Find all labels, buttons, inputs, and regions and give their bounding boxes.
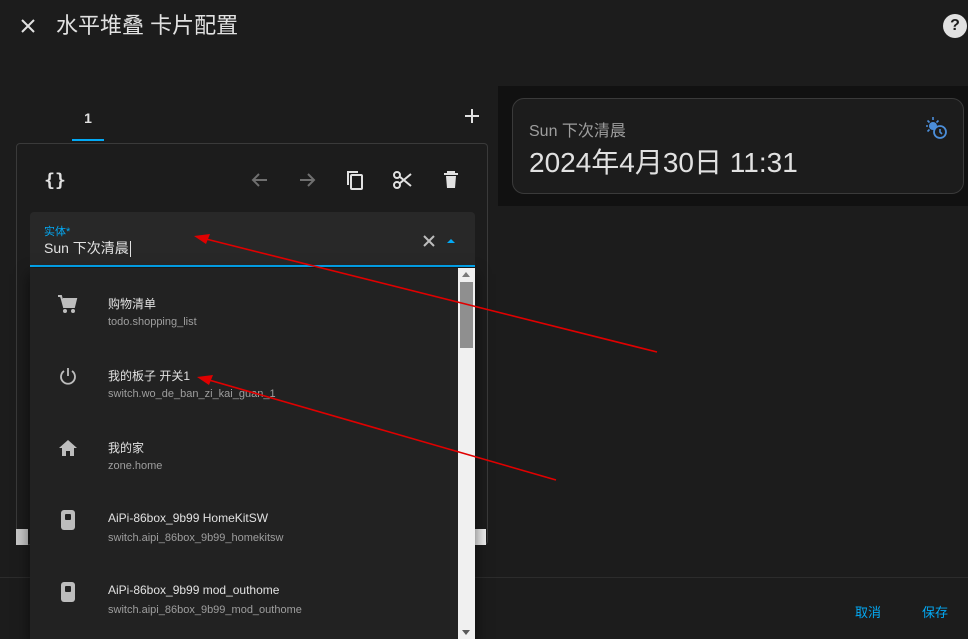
list-item-subtitle: zone.home bbox=[108, 460, 163, 472]
switch-device-icon bbox=[56, 580, 80, 604]
switch-device-icon bbox=[56, 508, 80, 532]
list-item-title: 我的家 bbox=[108, 441, 145, 455]
cut-icon[interactable] bbox=[385, 162, 421, 198]
copy-icon[interactable] bbox=[337, 162, 373, 198]
list-item-title: 我的板子 开关1 bbox=[108, 369, 191, 383]
list-item-subtitle: switch.aipi_86box_9b99_mod_outhome bbox=[108, 604, 302, 616]
dialog-title: 水平堆叠 卡片配置 bbox=[56, 13, 239, 38]
add-card-icon[interactable] bbox=[462, 106, 482, 126]
scrollbar-thumb[interactable] bbox=[460, 282, 473, 348]
list-item[interactable]: 我的家 zone.home bbox=[30, 412, 458, 484]
list-item[interactable]: 我的板子 开关1 switch.wo_de_ban_zi_kai_guan_1 bbox=[30, 340, 458, 412]
text-caret bbox=[129, 241, 131, 258]
list-item-subtitle: todo.shopping_list bbox=[108, 316, 197, 328]
close-icon[interactable] bbox=[14, 12, 42, 40]
sun-clock-icon bbox=[923, 115, 949, 141]
home-icon bbox=[56, 436, 80, 460]
cancel-button[interactable]: 取消 bbox=[855, 602, 881, 621]
scroll-up-arrow[interactable] bbox=[462, 272, 470, 277]
list-item-subtitle: switch.wo_de_ban_zi_kai_guan_1 bbox=[108, 388, 276, 400]
entity-combobox[interactable]: 实体* Sun 下次清晨 bbox=[30, 212, 475, 267]
entity-input-text: Sun 下次清晨 bbox=[44, 240, 129, 256]
scroll-right-arrow[interactable] bbox=[474, 529, 486, 545]
help-icon[interactable]: ? bbox=[943, 14, 967, 38]
list-item-subtitle: switch.aipi_86box_9b99_homekitsw bbox=[108, 532, 284, 544]
preview-entity-value: 2024年4月30日 11:31 bbox=[529, 147, 798, 178]
list-item[interactable]: 购物清单 todo.shopping_list bbox=[30, 268, 458, 340]
dialog-header: 水平堆叠 卡片配置 ? bbox=[0, 0, 968, 56]
list-item[interactable]: AiPi-86box_9b99 HomeKitSW switch.aipi_86… bbox=[30, 484, 458, 556]
cart-icon bbox=[56, 292, 80, 316]
tab-underline bbox=[72, 139, 104, 141]
scroll-down-arrow[interactable] bbox=[462, 630, 470, 635]
tab-label: 1 bbox=[84, 110, 92, 126]
entity-dropdown-list: 购物清单 todo.shopping_list 我的板子 开关1 switch.… bbox=[30, 268, 475, 639]
card-toolbar: {} bbox=[17, 162, 487, 198]
move-left-icon[interactable] bbox=[242, 162, 278, 198]
tab-1[interactable]: 1 bbox=[72, 96, 104, 142]
entity-input[interactable]: Sun 下次清晨 bbox=[44, 238, 131, 258]
scroll-left-arrow[interactable] bbox=[16, 529, 28, 545]
list-item[interactable]: AiPi-86box_9b99 mod_outhome switch.aipi_… bbox=[30, 556, 458, 628]
list-item-title: AiPi-86box_9b99 HomeKitSW bbox=[108, 511, 269, 525]
code-editor-button[interactable]: {} bbox=[37, 162, 73, 198]
preview-entity-name: Sun 下次清晨 bbox=[529, 123, 626, 140]
delete-icon[interactable] bbox=[433, 162, 469, 198]
list-item-title: AiPi-86box_9b99 mod_outhome bbox=[108, 583, 280, 597]
entity-field-label: 实体* bbox=[44, 226, 71, 238]
save-button[interactable]: 保存 bbox=[922, 602, 948, 621]
dropdown-toggle-icon[interactable] bbox=[444, 234, 458, 248]
card-tabs: 1 bbox=[16, 96, 488, 142]
vertical-scrollbar[interactable] bbox=[458, 268, 475, 639]
list-item-title: 购物清单 bbox=[108, 297, 157, 311]
move-right-icon[interactable] bbox=[289, 162, 325, 198]
power-icon bbox=[56, 364, 80, 388]
entity-preview-card[interactable]: Sun 下次清晨 2024年4月30日 11:31 bbox=[512, 98, 964, 194]
clear-icon[interactable] bbox=[420, 232, 438, 250]
